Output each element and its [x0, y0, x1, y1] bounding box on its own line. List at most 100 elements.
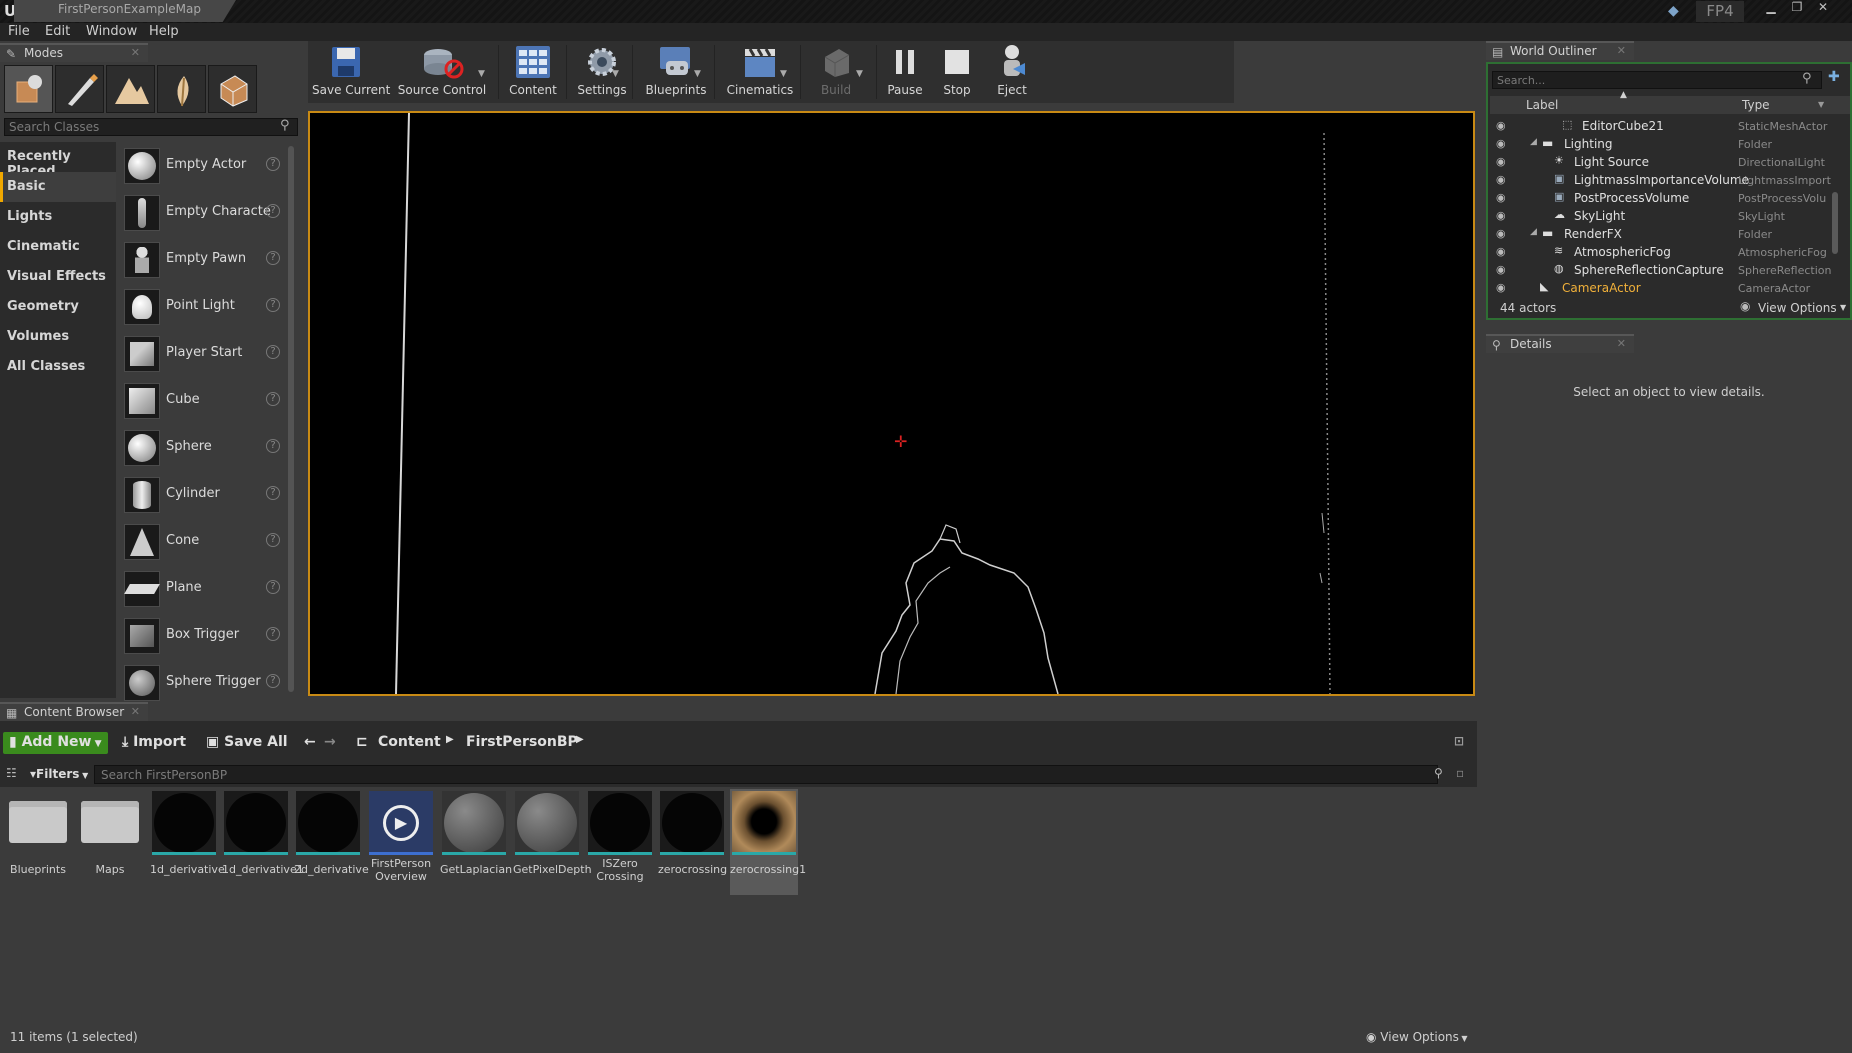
close-tab-icon[interactable]: ✕ [1617, 337, 1626, 350]
class-list-scrollbar[interactable] [288, 146, 294, 692]
help-icon[interactable]: ? [266, 345, 280, 359]
asset-tutorial[interactable]: ▶ FirstPerson Overview [367, 789, 435, 895]
source-control-button[interactable]: Source Control [392, 41, 492, 103]
search-icon[interactable]: ⚲ [1802, 71, 1812, 86]
visibility-eye-icon[interactable]: ◉ [1496, 245, 1506, 258]
asset-folder-maps[interactable]: Maps [76, 789, 144, 895]
category-basic[interactable]: Basic [0, 172, 116, 202]
place-mode-button[interactable] [4, 65, 53, 113]
maximize-icon[interactable]: ❐ [1786, 0, 1808, 16]
add-new-button[interactable]: ▮ Add New ▼ [3, 732, 108, 754]
help-icon[interactable]: ? [266, 392, 280, 406]
asset-material[interactable]: ISZero Crossing [586, 789, 654, 895]
class-item-point-light[interactable]: Point Light? [118, 283, 286, 330]
type-column-header[interactable]: Type [1742, 98, 1770, 112]
outliner-row[interactable]: ◉ ☁ SkyLight SkyLight [1490, 208, 1842, 226]
help-icon[interactable]: ? [266, 298, 280, 312]
asset-material[interactable]: 2d_derivative [294, 789, 369, 895]
tab-world-outliner[interactable]: ▤ World Outliner ✕ [1486, 41, 1634, 60]
outliner-row[interactable]: ◉ ☀ Light Source DirectionalLight [1490, 154, 1842, 172]
blueprints-button[interactable]: Blueprints [636, 41, 716, 103]
class-item-empty-character[interactable]: Empty Characte? [118, 189, 286, 236]
level-title-tab[interactable]: FirstPersonExampleMap [14, 0, 236, 22]
minimize-icon[interactable]: ▁ [1760, 0, 1782, 16]
help-icon[interactable]: ? [266, 439, 280, 453]
class-item-cylinder[interactable]: Cylinder? [118, 471, 286, 518]
view-options-button[interactable]: View Options [1758, 301, 1837, 315]
sources-toggle-icon[interactable]: ☷ [6, 766, 17, 780]
outliner-search-input[interactable]: Search... [1492, 71, 1822, 89]
landscape-mode-button[interactable] [106, 65, 155, 113]
label-column-header[interactable]: Label [1526, 98, 1558, 112]
visibility-eye-icon[interactable]: ◉ [1496, 119, 1506, 132]
help-icon[interactable]: ? [266, 486, 280, 500]
visibility-eye-icon[interactable]: ◉ [1496, 191, 1506, 204]
add-folder-icon[interactable]: ✚ [1828, 69, 1840, 85]
class-item-cube[interactable]: Cube? [118, 377, 286, 424]
asset-material[interactable]: 1d_derivative1 [222, 789, 304, 895]
outliner-row[interactable]: ◉ ≋ AtmosphericFog AtmosphericFog [1490, 244, 1842, 262]
filters-button[interactable]: ▾Filters ▼ [30, 767, 88, 781]
collapse-arrow-icon[interactable]: ◢ [1530, 227, 1537, 237]
category-recently-placed[interactable]: Recently Placed [0, 142, 116, 179]
class-item-box-trigger[interactable]: Box Trigger? [118, 612, 286, 659]
content-button[interactable]: Content [502, 41, 564, 103]
class-item-empty-pawn[interactable]: Empty Pawn? [118, 236, 286, 283]
breadcrumb-firstpersonbp[interactable]: FirstPersonBP [460, 732, 584, 754]
cinematics-button[interactable]: Cinematics [718, 41, 802, 103]
lock-icon[interactable]: ⊡ [1448, 732, 1470, 754]
category-volumes[interactable]: Volumes [0, 322, 116, 352]
category-cinematic[interactable]: Cinematic [0, 232, 116, 262]
collapse-arrow-icon[interactable]: ◢ [1530, 137, 1537, 147]
outliner-row[interactable]: ◉ ⬚ EditorCube21 StaticMeshActor [1490, 118, 1842, 136]
visibility-eye-icon[interactable]: ◉ [1496, 137, 1506, 150]
view-options-dropdown-icon[interactable]: ▼ [1840, 303, 1846, 312]
menu-window[interactable]: Window [86, 24, 137, 39]
history-forward-button[interactable]: → [318, 732, 342, 754]
class-item-empty-actor[interactable]: Empty Actor? [118, 142, 286, 189]
geometry-mode-button[interactable] [208, 65, 257, 113]
help-icon[interactable]: ? [266, 251, 280, 265]
stop-button[interactable]: Stop [932, 41, 982, 103]
close-tab-icon[interactable]: ✕ [131, 46, 140, 59]
asset-material[interactable]: zerocrossing [658, 789, 727, 895]
menu-file[interactable]: File [8, 24, 30, 39]
visibility-eye-icon[interactable]: ◉ [1496, 227, 1506, 240]
content-search-input[interactable]: Search FirstPersonBP [94, 765, 1438, 784]
visibility-eye-icon[interactable]: ◉ [1496, 281, 1506, 294]
close-tab-icon[interactable]: ✕ [131, 705, 140, 718]
blueprints-dropdown-icon[interactable]: ▼ [694, 69, 701, 79]
tab-details[interactable]: ⚲ Details ✕ [1486, 334, 1634, 353]
import-button[interactable]: ⤓ Import [116, 732, 192, 754]
help-icon[interactable]: ? [266, 627, 280, 641]
menu-edit[interactable]: Edit [45, 24, 70, 39]
settings-button[interactable]: Settings [570, 41, 634, 103]
outliner-row[interactable]: ◉ ▣ LightmassImportanceVolume LightmassImpo… [1490, 172, 1842, 190]
close-tab-icon[interactable]: ✕ [1617, 44, 1626, 57]
help-icon[interactable]: ? [266, 580, 280, 594]
class-item-player-start[interactable]: Player Start? [118, 330, 286, 377]
save-all-button[interactable]: ▣ Save All [200, 732, 294, 754]
foliage-mode-button[interactable] [157, 65, 206, 113]
asset-material[interactable]: 1d_derivative [150, 789, 225, 895]
eject-button[interactable]: Eject [984, 41, 1040, 103]
build-dropdown-icon[interactable]: ▼ [856, 69, 863, 79]
tab-modes[interactable]: ✎ Modes ✕ [0, 43, 148, 62]
help-icon[interactable]: ? [266, 533, 280, 547]
pause-button[interactable]: Pause [880, 41, 930, 103]
category-all-classes[interactable]: All Classes [0, 352, 116, 382]
breadcrumb-separator-icon[interactable]: ▶ [570, 732, 590, 754]
outliner-row[interactable]: ◉ ◍ SphereReflectionCapture SphereReflectio… [1490, 262, 1842, 280]
breadcrumb-separator-icon[interactable]: ▶ [440, 732, 460, 754]
help-icon[interactable]: ? [266, 204, 280, 218]
visibility-eye-icon[interactable]: ◉ [1496, 173, 1506, 186]
outliner-row[interactable]: ◉ ◢ ▬ RenderFX Folder [1490, 226, 1842, 244]
category-geometry[interactable]: Geometry [0, 292, 116, 322]
folder-open-icon[interactable]: ⊏ [350, 732, 374, 754]
outliner-row[interactable]: ◉ ◢ ▬ Lighting Folder [1490, 136, 1842, 154]
tab-content-browser[interactable]: ▦ Content Browser ✕ [0, 702, 148, 721]
save-search-icon[interactable]: ▫ [1456, 766, 1464, 780]
notification-icon[interactable]: ◆ [1668, 3, 1679, 19]
asset-folder-blueprints[interactable]: Blueprints [4, 789, 72, 895]
category-visual-effects[interactable]: Visual Effects [0, 262, 116, 292]
